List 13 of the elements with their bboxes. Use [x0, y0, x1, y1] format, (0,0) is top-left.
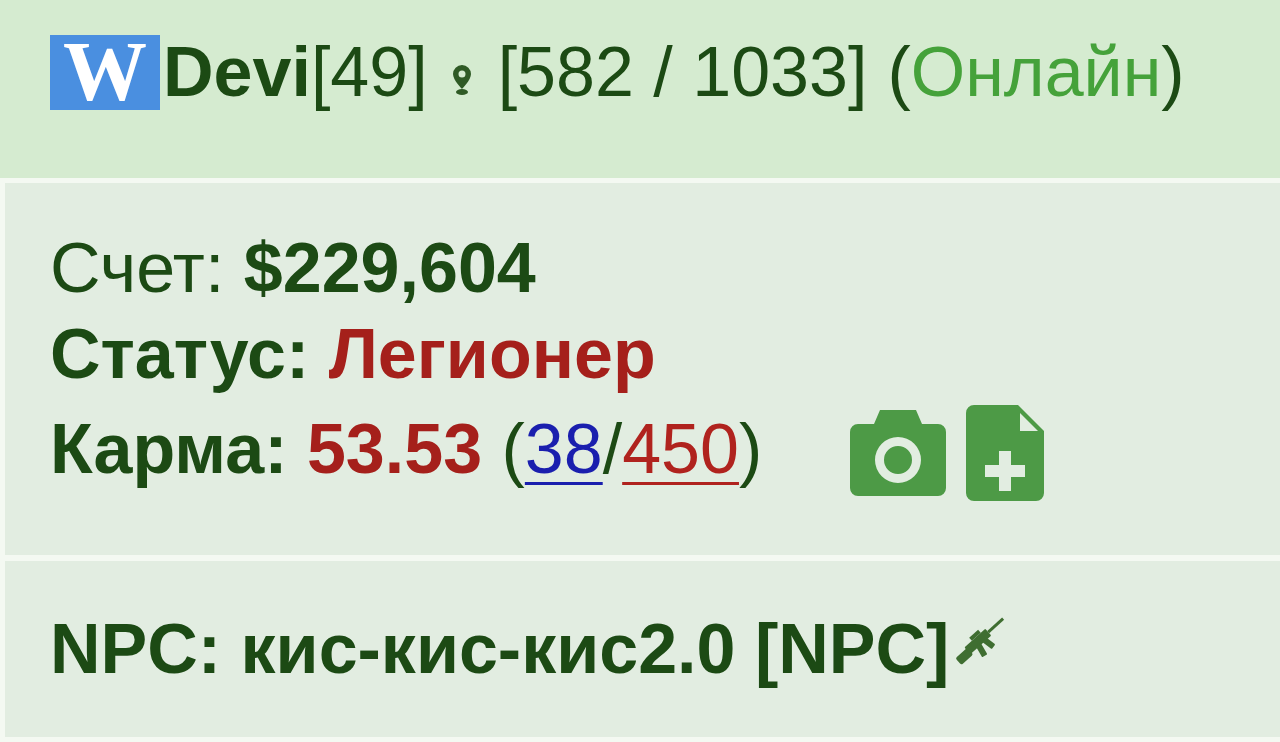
site-logo: W: [50, 34, 160, 110]
karma-minus-link[interactable]: 450: [622, 410, 739, 488]
player-name: Devi[49]: [163, 32, 428, 112]
npc-line: NPC: кис-кис-кис2.0 [NPC]: [50, 609, 950, 690]
karma-line: Карма: 53.53 (38/450): [50, 409, 763, 490]
camera-icon[interactable]: [850, 410, 947, 496]
points-text: [582 / 1033]: [497, 32, 868, 112]
add-file-icon[interactable]: [966, 405, 1045, 501]
status-line: Статус: Легионер: [50, 314, 656, 395]
presence-text: (Онлайн): [887, 32, 1185, 112]
map-pin-icon: [451, 65, 472, 95]
balance-line: Счет: $229,604: [50, 228, 536, 309]
karma-plus-link[interactable]: 38: [524, 410, 603, 488]
